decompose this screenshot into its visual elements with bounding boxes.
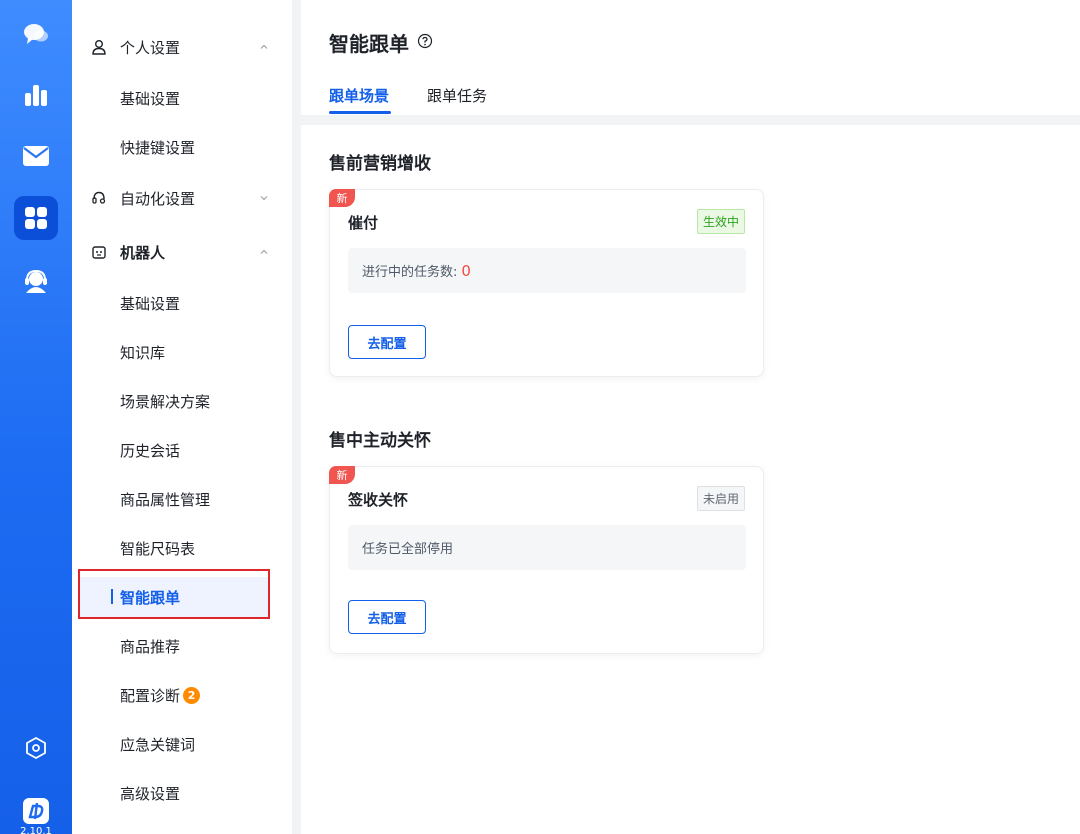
nav-item-product-attributes[interactable]: 商品属性管理 bbox=[72, 479, 292, 519]
nav-item-robot-basic[interactable]: 基础设置 bbox=[72, 283, 292, 323]
section-title: 售中主动关怀 bbox=[329, 431, 431, 451]
nav-item-label: 智能跟单 bbox=[120, 588, 181, 607]
scene-card-delivery-care: 新 签收关怀 未启用 任务已全部停用 去配置 bbox=[329, 466, 764, 654]
count-badge: 2 bbox=[183, 686, 201, 704]
apps-icon[interactable] bbox=[14, 196, 58, 240]
card-info: 进行中的任务数: 0 bbox=[348, 248, 746, 293]
new-tag: 新 bbox=[329, 466, 355, 484]
status-badge: 未启用 bbox=[696, 486, 745, 511]
support-icon[interactable] bbox=[14, 260, 58, 304]
nav-item-shortcut-settings[interactable]: 快捷键设置 bbox=[72, 127, 292, 167]
settings-hex-icon[interactable] bbox=[14, 726, 58, 770]
nav-item-history[interactable]: 历史会话 bbox=[72, 430, 292, 470]
nav-group-label: 自动化设置 bbox=[120, 189, 196, 208]
new-tag: 新 bbox=[329, 189, 355, 207]
active-tab-underline bbox=[329, 111, 391, 114]
left-rail: 2.10.1 bbox=[0, 0, 72, 834]
chevron-down-icon bbox=[260, 196, 268, 201]
card-info: 任务已全部停用 bbox=[348, 525, 746, 570]
task-count-label: 进行中的任务数: bbox=[362, 265, 458, 280]
user-icon bbox=[90, 38, 108, 56]
chat-icon[interactable] bbox=[14, 12, 58, 56]
active-indicator bbox=[111, 589, 113, 604]
nav-item-emergency-keywords[interactable]: 应急关键词 bbox=[72, 724, 292, 764]
nav-group-automation-settings[interactable]: 自动化设置 bbox=[72, 178, 292, 218]
section-title: 售前营销增收 bbox=[329, 154, 431, 174]
nav-item-advanced-settings[interactable]: 高级设置 bbox=[72, 773, 292, 813]
chevron-up-icon bbox=[260, 44, 268, 49]
help-icon[interactable] bbox=[417, 33, 433, 49]
nav-item-scene-solution[interactable]: 场景解决方案 bbox=[72, 381, 292, 421]
configure-button[interactable]: 去配置 bbox=[348, 325, 426, 359]
nav-item-label: 配置诊断 bbox=[120, 686, 181, 705]
nav-group-personal-settings[interactable]: 个人设置 bbox=[72, 27, 292, 67]
card-title: 催付 bbox=[348, 214, 379, 232]
configure-button[interactable]: 去配置 bbox=[348, 600, 426, 634]
status-badge: 生效中 bbox=[696, 209, 745, 234]
nav-item-personal-basic[interactable]: 基础设置 bbox=[72, 78, 292, 118]
app-version: 2.10.1 bbox=[20, 826, 52, 834]
tab-followup-tasks[interactable]: 跟单任务 bbox=[427, 85, 487, 106]
task-count-value: 0 bbox=[461, 261, 471, 280]
settings-nav: 个人设置 基础设置 快捷键设置 自动化设置 机器人 基础设置 知识库 场景解决方… bbox=[72, 0, 292, 834]
chart-icon[interactable] bbox=[14, 73, 58, 117]
card-title: 签收关怀 bbox=[348, 491, 409, 509]
nav-item-smart-followup[interactable]: 智能跟单 bbox=[80, 577, 268, 617]
main-header: 智能跟单 跟单场景 跟单任务 bbox=[301, 0, 1080, 115]
scene-card-payment-reminder: 新 催付 生效中 进行中的任务数: 0 去配置 bbox=[329, 189, 764, 377]
scene-list: 售前营销增收 新 催付 生效中 进行中的任务数: 0 去配置 售中主动关怀 新 … bbox=[301, 125, 1080, 834]
nav-group-label: 个人设置 bbox=[120, 38, 181, 57]
nav-group-robot[interactable]: 机器人 bbox=[72, 232, 292, 272]
nav-item-size-chart[interactable]: 智能尺码表 bbox=[72, 528, 292, 568]
tab-followup-scenes[interactable]: 跟单场景 bbox=[329, 85, 389, 106]
page-title: 智能跟单 bbox=[329, 32, 409, 56]
nav-group-label: 机器人 bbox=[120, 243, 166, 262]
headset-icon bbox=[90, 189, 108, 207]
nav-item-knowledge-base[interactable]: 知识库 bbox=[72, 332, 292, 372]
chevron-up-icon bbox=[260, 249, 268, 254]
nav-item-config-diagnosis[interactable]: 配置诊断 2 bbox=[72, 675, 292, 715]
nav-item-product-recommend[interactable]: 商品推荐 bbox=[72, 626, 292, 666]
mail-icon[interactable] bbox=[14, 134, 58, 178]
robot-icon bbox=[90, 243, 108, 261]
